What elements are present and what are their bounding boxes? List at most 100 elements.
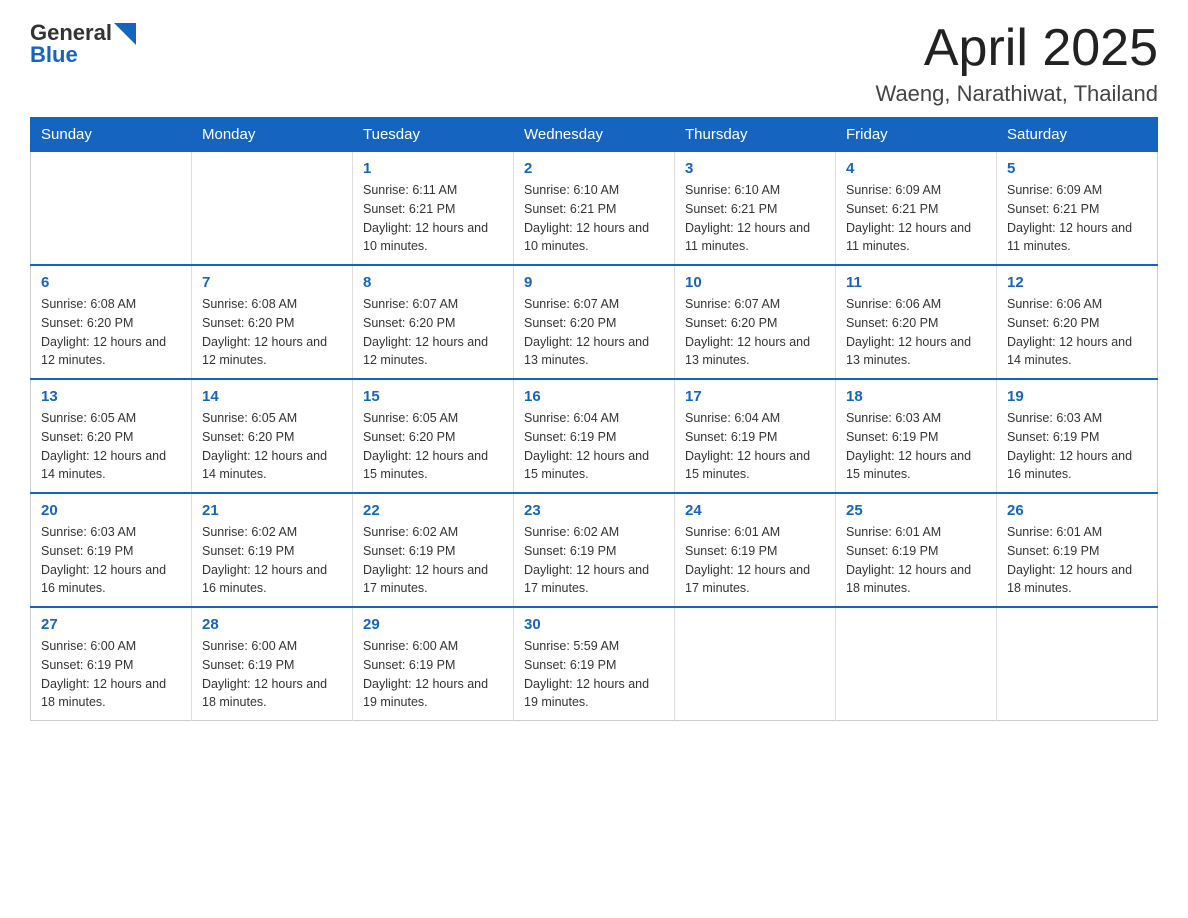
- day-info: Sunrise: 6:04 AMSunset: 6:19 PMDaylight:…: [685, 409, 825, 484]
- logo-blue-text: Blue: [30, 42, 78, 68]
- calendar-cell: 26 Sunrise: 6:01 AMSunset: 6:19 PMDayligh…: [997, 493, 1158, 607]
- day-number: 15: [363, 388, 503, 405]
- day-info: Sunrise: 6:00 AMSunset: 6:19 PMDaylight:…: [363, 637, 503, 712]
- calendar-cell: 9 Sunrise: 6:07 AMSunset: 6:20 PMDaylight…: [514, 265, 675, 379]
- calendar-cell: [997, 607, 1158, 721]
- day-info: Sunrise: 6:05 AMSunset: 6:20 PMDaylight:…: [41, 409, 181, 484]
- calendar-cell: 25 Sunrise: 6:01 AMSunset: 6:19 PMDayligh…: [836, 493, 997, 607]
- calendar-cell: 16 Sunrise: 6:04 AMSunset: 6:19 PMDayligh…: [514, 379, 675, 493]
- day-info: Sunrise: 6:07 AMSunset: 6:20 PMDaylight:…: [524, 295, 664, 370]
- day-info: Sunrise: 6:05 AMSunset: 6:20 PMDaylight:…: [202, 409, 342, 484]
- day-info: Sunrise: 6:03 AMSunset: 6:19 PMDaylight:…: [846, 409, 986, 484]
- calendar-cell: 12Sunrise: 6:06 AMSunset: 6:20 PMDayligh…: [997, 265, 1158, 379]
- calendar-cell: 4 Sunrise: 6:09 AMSunset: 6:21 PMDaylight…: [836, 152, 997, 266]
- day-number: 24: [685, 502, 825, 519]
- day-number: 7: [202, 274, 342, 291]
- day-number: 18: [846, 388, 986, 405]
- day-info: Sunrise: 6:08 AMSunset: 6:20 PMDaylight:…: [202, 295, 342, 370]
- day-number: 4: [846, 160, 986, 177]
- calendar-cell: 5 Sunrise: 6:09 AMSunset: 6:21 PMDaylight…: [997, 152, 1158, 266]
- day-number: 21: [202, 502, 342, 519]
- calendar-cell: 22 Sunrise: 6:02 AMSunset: 6:19 PMDayligh…: [353, 493, 514, 607]
- weekday-header-saturday: Saturday: [997, 118, 1158, 152]
- day-number: 11: [846, 274, 986, 291]
- day-number: 10: [685, 274, 825, 291]
- day-number: 26: [1007, 502, 1147, 519]
- calendar-cell: [31, 152, 192, 266]
- calendar-week-row: 1 Sunrise: 6:11 AMSunset: 6:21 PMDaylight…: [31, 152, 1158, 266]
- day-info: Sunrise: 6:03 AMSunset: 6:19 PMDaylight:…: [1007, 409, 1147, 484]
- title-block: April 2025 Waeng, Narathiwat, Thailand: [876, 20, 1159, 107]
- calendar-cell: 2Sunrise: 6:10 AMSunset: 6:21 PMDaylight…: [514, 152, 675, 266]
- calendar-cell: 6 Sunrise: 6:08 AMSunset: 6:20 PMDaylight…: [31, 265, 192, 379]
- logo-triangle-icon: [114, 23, 136, 45]
- day-number: 2: [524, 160, 664, 177]
- calendar-cell: 20 Sunrise: 6:03 AMSunset: 6:19 PMDayligh…: [31, 493, 192, 607]
- calendar-week-row: 6 Sunrise: 6:08 AMSunset: 6:20 PMDaylight…: [31, 265, 1158, 379]
- day-info: Sunrise: 6:07 AMSunset: 6:20 PMDaylight:…: [363, 295, 503, 370]
- calendar-cell: 23 Sunrise: 6:02 AMSunset: 6:19 PMDayligh…: [514, 493, 675, 607]
- day-number: 5: [1007, 160, 1147, 177]
- calendar-week-row: 27 Sunrise: 6:00 AMSunset: 6:19 PMDayligh…: [31, 607, 1158, 721]
- weekday-header-row: SundayMondayTuesdayWednesdayThursdayFrid…: [31, 118, 1158, 152]
- day-info: Sunrise: 6:00 AMSunset: 6:19 PMDaylight:…: [41, 637, 181, 712]
- day-number: 9: [524, 274, 664, 291]
- day-number: 23: [524, 502, 664, 519]
- calendar-cell: 17 Sunrise: 6:04 AMSunset: 6:19 PMDayligh…: [675, 379, 836, 493]
- day-info: Sunrise: 6:01 AMSunset: 6:19 PMDaylight:…: [846, 523, 986, 598]
- day-number: 22: [363, 502, 503, 519]
- day-number: 6: [41, 274, 181, 291]
- calendar-table: SundayMondayTuesdayWednesdayThursdayFrid…: [30, 117, 1158, 721]
- calendar-cell: 18 Sunrise: 6:03 AMSunset: 6:19 PMDayligh…: [836, 379, 997, 493]
- day-info: Sunrise: 6:08 AMSunset: 6:20 PMDaylight:…: [41, 295, 181, 370]
- day-info: Sunrise: 6:11 AMSunset: 6:21 PMDaylight:…: [363, 181, 503, 256]
- calendar-cell: [192, 152, 353, 266]
- calendar-week-row: 20 Sunrise: 6:03 AMSunset: 6:19 PMDayligh…: [31, 493, 1158, 607]
- day-info: Sunrise: 6:10 AMSunset: 6:21 PMDaylight:…: [685, 181, 825, 256]
- day-number: 8: [363, 274, 503, 291]
- day-number: 30: [524, 616, 664, 633]
- calendar-cell: 15 Sunrise: 6:05 AMSunset: 6:20 PMDayligh…: [353, 379, 514, 493]
- calendar-week-row: 13 Sunrise: 6:05 AMSunset: 6:20 PMDayligh…: [31, 379, 1158, 493]
- day-info: Sunrise: 6:09 AMSunset: 6:21 PMDaylight:…: [846, 181, 986, 256]
- day-info: Sunrise: 6:06 AMSunset: 6:20 PMDaylight:…: [1007, 295, 1147, 370]
- day-info: Sunrise: 6:02 AMSunset: 6:19 PMDaylight:…: [524, 523, 664, 598]
- day-info: Sunrise: 6:03 AMSunset: 6:19 PMDaylight:…: [41, 523, 181, 598]
- day-number: 27: [41, 616, 181, 633]
- day-info: Sunrise: 6:01 AMSunset: 6:19 PMDaylight:…: [1007, 523, 1147, 598]
- day-number: 17: [685, 388, 825, 405]
- page-header: General Blue April 2025 Waeng, Narathiwa…: [30, 20, 1158, 107]
- day-number: 16: [524, 388, 664, 405]
- day-info: Sunrise: 6:02 AMSunset: 6:19 PMDaylight:…: [363, 523, 503, 598]
- day-info: Sunrise: 6:04 AMSunset: 6:19 PMDaylight:…: [524, 409, 664, 484]
- day-info: Sunrise: 6:06 AMSunset: 6:20 PMDaylight:…: [846, 295, 986, 370]
- day-number: 25: [846, 502, 986, 519]
- day-info: Sunrise: 6:00 AMSunset: 6:19 PMDaylight:…: [202, 637, 342, 712]
- calendar-cell: 11 Sunrise: 6:06 AMSunset: 6:20 PMDayligh…: [836, 265, 997, 379]
- weekday-header-tuesday: Tuesday: [353, 118, 514, 152]
- day-info: Sunrise: 6:02 AMSunset: 6:19 PMDaylight:…: [202, 523, 342, 598]
- calendar-cell: 13 Sunrise: 6:05 AMSunset: 6:20 PMDayligh…: [31, 379, 192, 493]
- calendar-cell: 21 Sunrise: 6:02 AMSunset: 6:19 PMDayligh…: [192, 493, 353, 607]
- calendar-cell: 19 Sunrise: 6:03 AMSunset: 6:19 PMDayligh…: [997, 379, 1158, 493]
- day-number: 20: [41, 502, 181, 519]
- day-info: Sunrise: 5:59 AMSunset: 6:19 PMDaylight:…: [524, 637, 664, 712]
- day-number: 19: [1007, 388, 1147, 405]
- calendar-cell: 28 Sunrise: 6:00 AMSunset: 6:19 PMDayligh…: [192, 607, 353, 721]
- calendar-cell: 29Sunrise: 6:00 AMSunset: 6:19 PMDayligh…: [353, 607, 514, 721]
- calendar-cell: [675, 607, 836, 721]
- day-info: Sunrise: 6:05 AMSunset: 6:20 PMDaylight:…: [363, 409, 503, 484]
- location-title: Waeng, Narathiwat, Thailand: [876, 81, 1159, 107]
- day-info: Sunrise: 6:07 AMSunset: 6:20 PMDaylight:…: [685, 295, 825, 370]
- calendar-cell: 3Sunrise: 6:10 AMSunset: 6:21 PMDaylight…: [675, 152, 836, 266]
- day-number: 13: [41, 388, 181, 405]
- day-info: Sunrise: 6:01 AMSunset: 6:19 PMDaylight:…: [685, 523, 825, 598]
- day-number: 1: [363, 160, 503, 177]
- calendar-cell: 14Sunrise: 6:05 AMSunset: 6:20 PMDayligh…: [192, 379, 353, 493]
- calendar-cell: 8 Sunrise: 6:07 AMSunset: 6:20 PMDaylight…: [353, 265, 514, 379]
- day-info: Sunrise: 6:09 AMSunset: 6:21 PMDaylight:…: [1007, 181, 1147, 256]
- calendar-cell: 30 Sunrise: 5:59 AMSunset: 6:19 PMDayligh…: [514, 607, 675, 721]
- day-number: 28: [202, 616, 342, 633]
- calendar-cell: 1 Sunrise: 6:11 AMSunset: 6:21 PMDaylight…: [353, 152, 514, 266]
- month-title: April 2025: [876, 20, 1159, 77]
